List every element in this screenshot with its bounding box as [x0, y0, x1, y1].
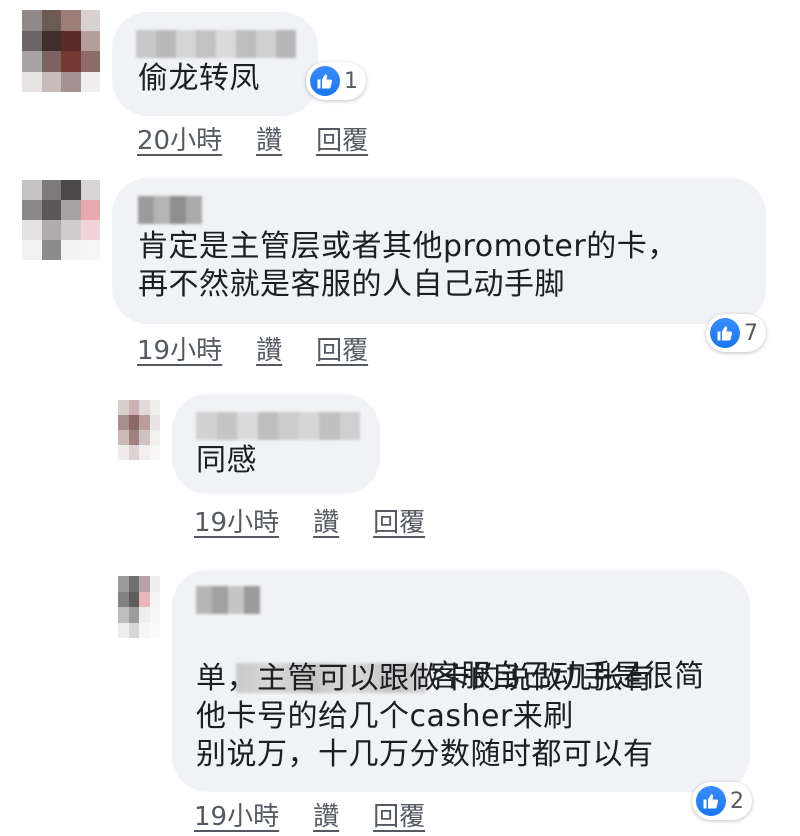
avatar[interactable] — [118, 576, 160, 638]
comment-text-rest: 单，主管可以跟做卡的说做几张有 他卡号的给几个casher来刷 别说万，十几万分… — [196, 661, 654, 772]
comment-4: 客服自己动手是很简 单，主管可以跟做卡的说做几张有 他卡号的给几个casher来… — [0, 0, 800, 836]
comment-actions: 19小時 讚 回覆 — [194, 796, 425, 833]
timestamp-link[interactable]: 19小時 — [194, 796, 279, 833]
reaction-badge[interactable]: 2 — [692, 782, 752, 820]
commenter-name[interactable] — [196, 586, 260, 614]
reply-link[interactable]: 回覆 — [373, 796, 425, 833]
like-link[interactable]: 讚 — [313, 796, 339, 833]
thumbs-up-icon — [696, 786, 726, 816]
reaction-count: 2 — [730, 788, 744, 814]
